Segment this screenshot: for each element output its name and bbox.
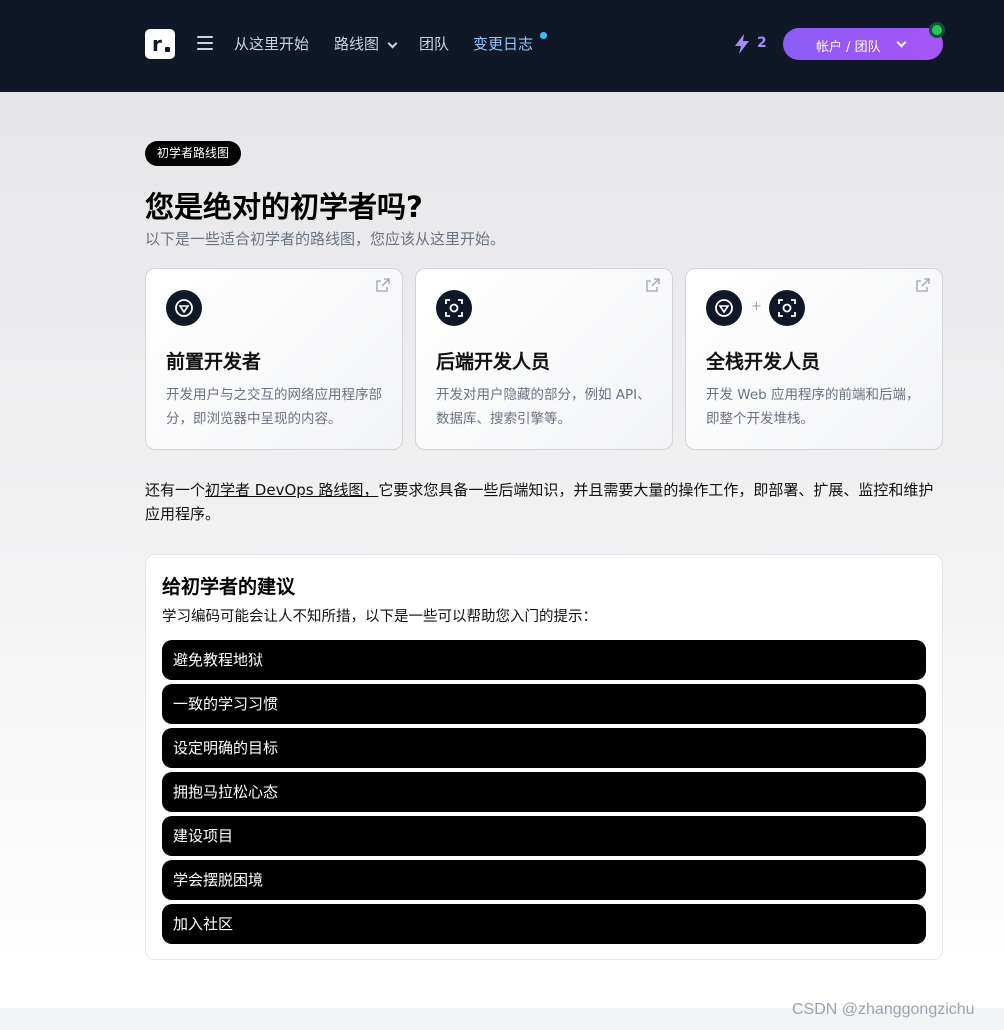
roadmap-card-frontend[interactable]: 前置开发者 开发用户与之交互的网络应用程序部分，即浏览器中呈现的内容。 [145, 268, 403, 450]
page-subtitle: 以下是一些适合初学者的路线图，您应该从这里开始。 [145, 230, 506, 248]
tip-item[interactable]: 建设项目 [162, 816, 926, 856]
external-link-icon [646, 278, 660, 292]
logo-dot [165, 47, 170, 52]
card-title: 全栈开发人员 [706, 351, 821, 373]
streak-count: 2 [757, 35, 767, 51]
card-description: 开发用户与之交互的网络应用程序部分，即浏览器中呈现的内容。 [166, 387, 382, 427]
roadmap-card-backend[interactable]: 后端开发人员 开发对用户隐藏的部分，例如 API、数据库、搜索引擎等。 [415, 268, 673, 450]
frontend-icon [166, 290, 202, 326]
card-title: 后端开发人员 [436, 351, 551, 373]
backend-icon [436, 290, 472, 326]
nav-link-teams[interactable]: 团队 [419, 33, 449, 54]
card-description: 开发对用户隐藏的部分，例如 API、数据库、搜索引擎等。 [436, 387, 651, 427]
nav-link-changelog[interactable]: 变更日志 [473, 33, 533, 54]
page-title: 您是绝对的初学者吗? [145, 190, 423, 224]
chevron-down-icon [896, 37, 907, 48]
tip-item[interactable]: 学会摆脱困境 [162, 860, 926, 900]
account-label: 帐户 / 团队 [816, 40, 881, 55]
tip-item[interactable]: 避免教程地狱 [162, 640, 926, 680]
plus-sign: + [751, 299, 762, 314]
account-button[interactable]: 帐户 / 团队 [783, 28, 943, 60]
top-nav: r 从这里开始 路线图 团队 变更日志 2 帐户 / 团队 [0, 0, 1004, 92]
devops-roadmap-link[interactable]: 初学者 DevOps 路线图， [205, 481, 378, 499]
card-title: 前置开发者 [166, 351, 262, 373]
chevron-down-icon [387, 38, 398, 49]
online-status-dot [929, 22, 945, 38]
devops-text-before: 还有一个 [145, 481, 206, 499]
tips-title: 给初学者的建议 [162, 576, 296, 598]
frontend-icon [706, 290, 742, 326]
tip-item[interactable]: 一致的学习习惯 [162, 684, 926, 724]
backend-icon [769, 290, 805, 326]
new-indicator-dot [540, 32, 547, 39]
tips-subtitle: 学习编码可能会让人不知所措，以下是一些可以帮助您入门的提示： [162, 609, 597, 625]
logo[interactable]: r [145, 29, 175, 59]
streak-counter[interactable]: 2 [733, 33, 767, 55]
external-link-icon [916, 278, 930, 292]
nav-link-start[interactable]: 从这里开始 [234, 33, 309, 54]
hamburger-icon[interactable] [197, 36, 213, 50]
tips-panel: 给初学者的建议 学习编码可能会让人不知所措，以下是一些可以帮助您入门的提示： 避… [145, 554, 943, 960]
card-description: 开发 Web 应用程序的前端和后端，即整个开发堆栈。 [706, 387, 920, 427]
tip-item[interactable]: 拥抱马拉松心态 [162, 772, 926, 812]
nav-link-roadmaps[interactable]: 路线图 [334, 33, 379, 54]
logo-letter: r [152, 32, 162, 56]
devops-paragraph: 还有一个初学者 DevOps 路线图，它要求您具备一些后端知识，并且需要大量的操… [145, 478, 945, 526]
tip-item[interactable]: 加入社区 [162, 904, 926, 944]
section-badge: 初学者路线图 [145, 141, 242, 166]
roadmap-card-fullstack[interactable]: + 全栈开发人员 开发 Web 应用程序的前端和后端，即整个开发堆栈。 [685, 268, 943, 450]
lightning-icon [735, 34, 749, 54]
tip-item[interactable]: 设定明确的目标 [162, 728, 926, 768]
external-link-icon [376, 278, 390, 292]
watermark: CSDN @zhanggongzichu [792, 1001, 975, 1018]
